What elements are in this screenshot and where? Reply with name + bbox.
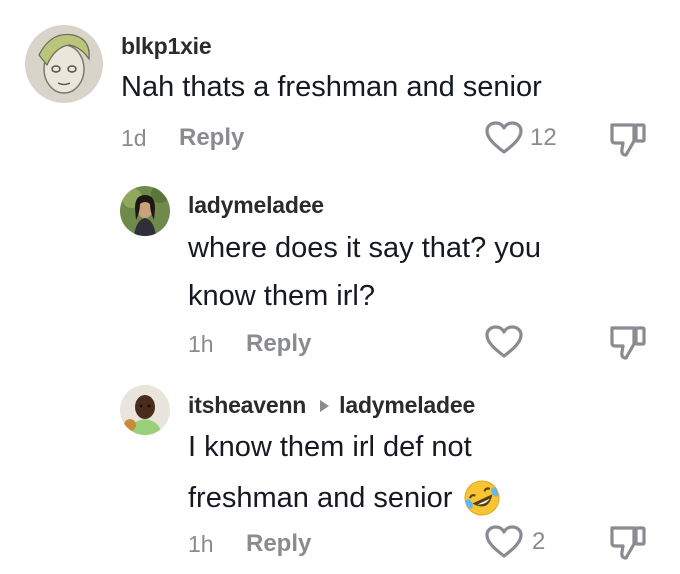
comment-text-line-2: freshman and senior — [188, 482, 453, 514]
like-button[interactable]: 12 — [484, 121, 574, 155]
heart-outline-icon — [485, 525, 523, 558]
reply-button[interactable]: Reply — [246, 530, 311, 558]
comment-text-line-2: know them irl? — [188, 280, 375, 312]
comment-timestamp: 1h — [188, 531, 214, 557]
heart-outline-icon — [485, 325, 523, 358]
comment-text-line-1: where does it say that? you — [188, 232, 542, 264]
avatar[interactable] — [120, 186, 170, 236]
comment-text-line-2-row: freshman and senior — [188, 474, 502, 522]
heart-outline-icon — [485, 121, 523, 154]
like-button[interactable]: 2 — [484, 525, 564, 559]
comment-text-line-1: I know them irl def not — [188, 431, 472, 463]
comment-timestamp: 1d — [121, 125, 147, 151]
dislike-button[interactable] — [608, 119, 648, 159]
like-button[interactable] — [484, 325, 528, 359]
comment-username[interactable]: ladymeladee — [188, 192, 324, 219]
comment-text: Nah thats a freshman and senior — [121, 71, 542, 103]
reply-header: itsheavenn ladymeladee — [188, 392, 475, 419]
like-count: 2 — [532, 528, 546, 555]
rolling-on-floor-laughing-emoji — [464, 480, 500, 516]
dislike-button[interactable] — [608, 322, 648, 362]
thumbs-down-icon — [610, 326, 646, 360]
avatar[interactable] — [120, 385, 170, 435]
avatar[interactable] — [25, 25, 103, 103]
comment-timestamp: 1h — [188, 331, 214, 357]
thumbs-down-icon — [610, 123, 646, 157]
like-count: 12 — [530, 124, 557, 151]
comment-username[interactable]: blkp1xie — [121, 33, 212, 60]
reply-to-username[interactable]: ladymeladee — [339, 392, 475, 419]
reply-button[interactable]: Reply — [246, 330, 311, 358]
caret-right-icon — [320, 399, 330, 412]
thumbs-down-icon — [610, 526, 646, 560]
reply-button[interactable]: Reply — [179, 124, 244, 152]
comment-username[interactable]: itsheavenn — [188, 392, 306, 419]
dislike-button[interactable] — [608, 522, 648, 562]
